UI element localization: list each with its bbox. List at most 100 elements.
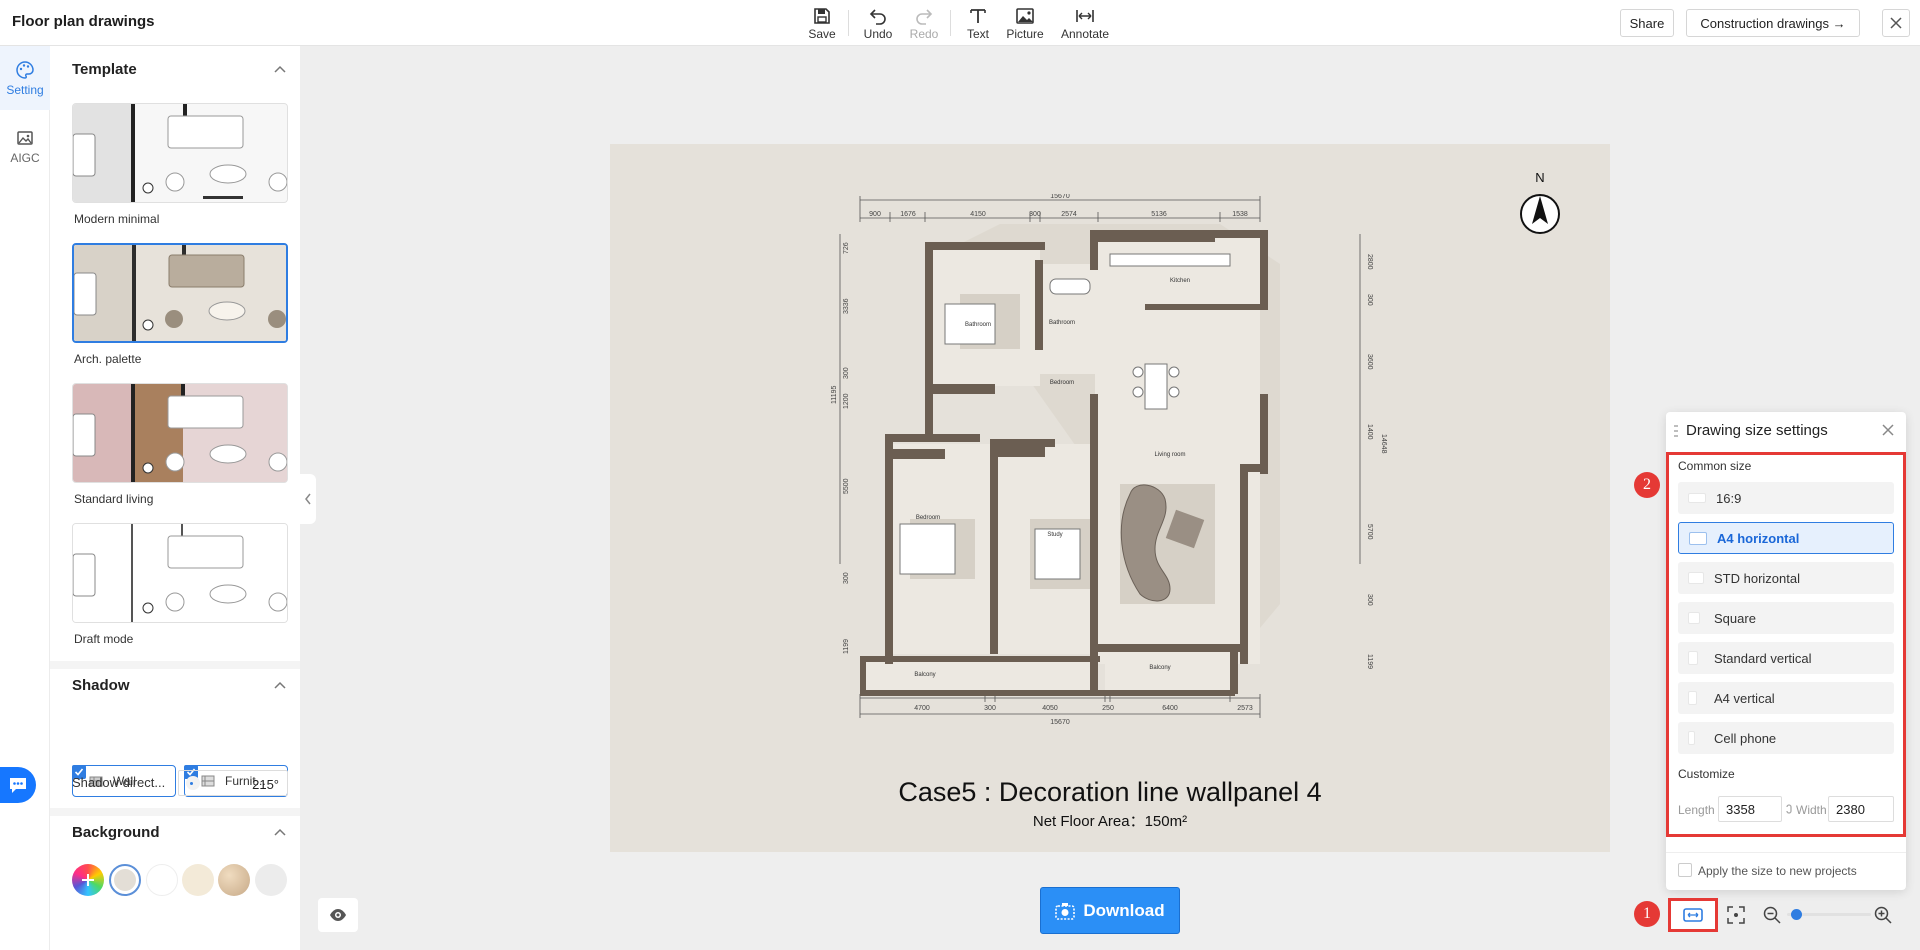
background-swatch-2[interactable] [146,864,178,896]
rail-item-aigc[interactable]: AIGC [0,114,50,174]
background-swatch-3[interactable] [182,864,214,896]
shadow-direction-input[interactable]: 215° [178,770,288,796]
camera-icon [1055,902,1076,920]
section-divider [50,808,300,816]
template-arch-palette[interactable] [72,243,288,343]
dimension-label: 1400 [1366,424,1373,440]
chevron-up-icon[interactable] [274,680,286,692]
template-draft-mode[interactable] [72,523,288,623]
toolbar-divider [848,10,849,36]
background-swatch-4[interactable] [218,864,250,896]
top-bar: Floor plan drawings Save Undo Redo Text … [0,0,1920,46]
net-floor-area: Net Floor Area：150m² [1032,813,1188,830]
background-swatch-1[interactable] [109,864,141,896]
text-icon [970,9,986,23]
shadow-direction-label: Shadow direct... [72,775,166,790]
chevron-up-icon[interactable] [274,64,286,76]
background-swatch-5[interactable] [255,864,287,896]
dimension-label: 300 [984,705,996,712]
annotate-tool-button[interactable]: Annotate [1061,4,1109,42]
step-badge-1: 1 [1634,901,1660,927]
dialog-title: Drawing size settings [1686,422,1828,439]
rail-setting-label: Setting [6,83,44,97]
fit-to-screen-icon[interactable] [1726,905,1746,925]
close-icon[interactable] [1880,422,1896,438]
template-thumbnail-draft [73,524,287,622]
dimension-label: 1199 [1366,654,1373,669]
dimension-label: 300 [1366,594,1373,606]
preview-toggle-button[interactable] [318,898,358,932]
north-label: N [1535,170,1544,185]
dimension-label: 5500 [843,478,850,494]
text-tool-label: Text [966,27,989,41]
rail-item-setting[interactable]: Setting [0,46,50,110]
drawing-title: Case5 : Decoration line wallpanel 4 [898,777,1322,807]
direction-dial-icon[interactable] [186,776,200,790]
collapse-panel-button[interactable] [300,474,316,524]
undo-icon [869,9,886,25]
dimension-label: 14648 [1380,434,1387,454]
drag-handle-icon[interactable] [1674,424,1678,438]
dimension-label: 1538 [1232,211,1248,218]
undo-button[interactable]: Undo [854,4,902,42]
picture-tool-button[interactable]: Picture [1001,4,1049,42]
zoom-slider-thumb[interactable] [1791,909,1803,920]
apply-size-checkbox[interactable] [1678,863,1692,877]
save-icon [814,8,830,24]
room-label: Living room [1154,452,1185,458]
dimension-label: 15670 [1050,194,1070,200]
drawing-size-button[interactable] [1668,898,1718,932]
rail-aigc-label: AIGC [10,151,40,165]
redo-label: Redo [909,27,939,41]
chat-button[interactable] [0,767,36,803]
close-icon [1890,17,1902,29]
dimension-label: 726 [843,242,850,254]
plus-icon [82,874,94,886]
text-tool-button[interactable]: Text [954,4,1002,42]
template-modern-minimal[interactable] [72,103,288,203]
redo-button[interactable]: Redo [900,4,948,42]
dimension-label: 300 [1366,294,1373,306]
chevron-up-icon[interactable] [274,827,286,839]
picture-tool-label: Picture [1006,27,1044,41]
dimension-label: 11195 [831,385,838,404]
room-label: Balcony [914,672,935,678]
floor-plan: 15670 900 1676 4150 300 2574 5136 1538 4… [831,194,1387,724]
palette-icon [16,61,34,79]
room-label: Kitchen [1170,278,1190,284]
save-button[interactable]: Save [798,4,846,42]
dimension-label: 250 [1102,705,1114,712]
download-label: Download [1083,900,1165,920]
download-button[interactable]: Download [1040,887,1180,934]
dimension-label: 900 [869,211,881,218]
zoom-out-icon[interactable] [1762,905,1782,925]
room-label: Bathroom [965,322,991,328]
template-label: Standard living [74,492,154,506]
room-label: Study [1047,532,1062,538]
template-label: Arch. palette [74,352,142,366]
swatch-fill [114,869,136,891]
annotate-tool-label: Annotate [1060,27,1110,41]
dimension-label: 2573 [1237,705,1253,712]
template-standard-living[interactable] [72,383,288,483]
drawing-canvas[interactable]: N 15670 900 1676 4150 300 2574 5136 1538… [610,144,1610,852]
background-heading: Background [72,824,160,841]
dimension-label: 300 [843,572,850,584]
share-button[interactable]: Share [1620,9,1674,37]
room-label: Balcony [1149,665,1170,671]
close-button[interactable] [1882,9,1910,37]
construction-drawings-button[interactable]: Construction drawings → [1686,9,1860,37]
chat-icon [10,778,26,793]
template-label: Modern minimal [74,212,160,226]
room-label: Bathroom [1049,320,1075,326]
template-heading: Template [72,61,137,78]
dimension-label: 300 [1029,211,1041,218]
custom-color-swatch[interactable] [72,864,104,896]
dimension-label: 6400 [1162,705,1178,712]
template-thumbnail-arch [74,245,286,341]
zoom-in-icon[interactable] [1873,905,1893,925]
room-label: Bedroom [916,515,940,521]
template-thumbnail-modern [73,104,287,202]
dimension-label: 4700 [914,705,930,712]
zoom-slider[interactable] [1787,909,1871,920]
